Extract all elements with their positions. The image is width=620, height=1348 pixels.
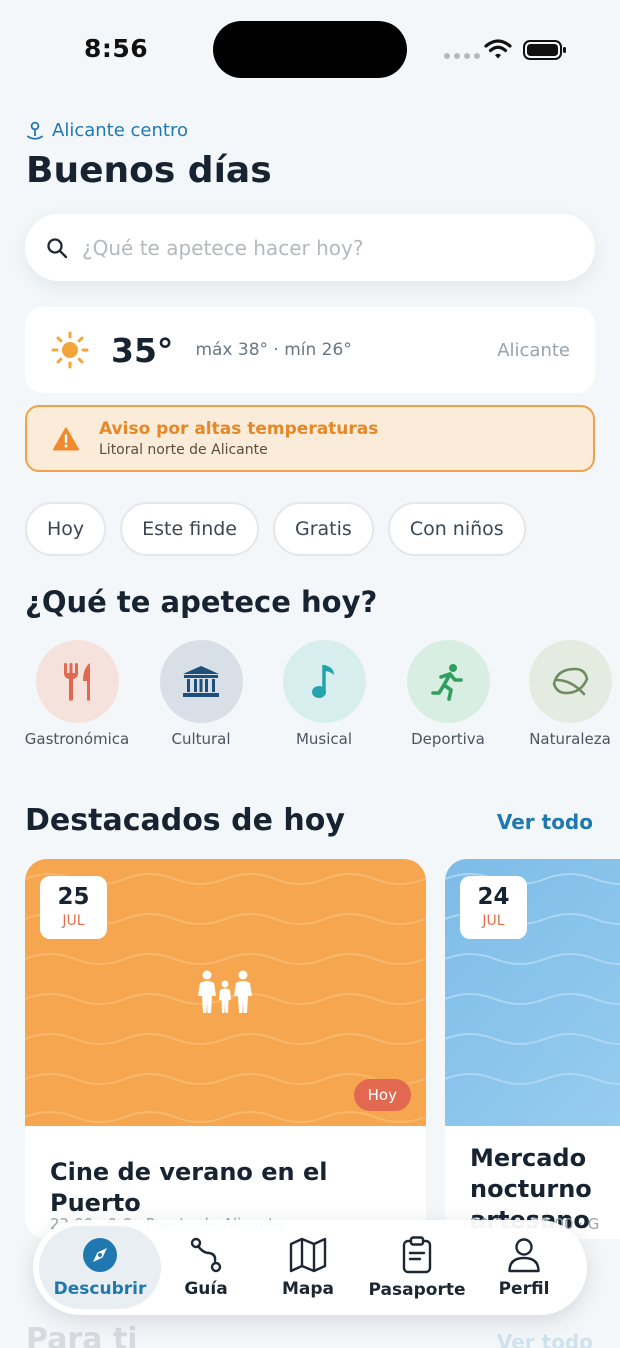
date-month: JUL	[62, 913, 85, 929]
category-circle	[528, 640, 612, 723]
family-icon	[198, 970, 252, 1013]
tab-mapa[interactable]: Mapa	[271, 1226, 345, 1309]
date-day: 24	[477, 884, 510, 910]
tab-label: Guía	[184, 1278, 228, 1299]
weather-city: Alicante	[497, 339, 570, 361]
tab-label: Pasaporte	[368, 1279, 466, 1300]
chip-este-finde[interactable]: Este finde	[120, 502, 259, 556]
fork-knife-icon	[64, 662, 90, 701]
tab-label: Descubrir	[53, 1278, 147, 1299]
category-label: Gastronómica	[24, 730, 130, 748]
tab-descubrir[interactable]: Descubrir	[39, 1226, 161, 1309]
temperature: 35°	[111, 330, 174, 370]
alert-subtitle: Litoral norte de Alicante	[99, 442, 268, 458]
status-bar: 8:56	[0, 0, 620, 100]
category-circle	[159, 640, 243, 723]
date-badge: 25 JUL	[40, 876, 107, 939]
passport-icon	[402, 1235, 432, 1273]
date-badge: 24 JUL	[460, 876, 527, 939]
wifi-icon	[484, 39, 512, 59]
chip-hoy[interactable]: Hoy	[25, 502, 107, 556]
profile-icon	[508, 1237, 540, 1272]
location-label: Alicante centro	[52, 120, 188, 141]
tab-label: Mapa	[281, 1278, 335, 1299]
warning-icon	[53, 427, 79, 450]
card-title: Cine de verano en el Puerto	[50, 1158, 328, 1217]
music-note-icon	[312, 664, 334, 698]
event-card[interactable]: 24 JUL Mercado nocturno artesano en 20:0…	[445, 859, 620, 1239]
tab-pasaporte[interactable]: Pasaporte	[369, 1226, 465, 1309]
search-icon	[47, 237, 68, 258]
search-bar[interactable]: ¿Qué te apetece hacer hoy?	[25, 214, 595, 281]
category-circle	[406, 640, 490, 723]
category-list: Gastronómica Cultural Musical Deportiva …	[0, 640, 620, 750]
category-gastronomica[interactable]: Gastronómica	[15, 640, 139, 748]
dynamic-island	[213, 21, 407, 78]
leaf-icon	[552, 667, 589, 695]
map-icon	[289, 1237, 327, 1272]
search-input[interactable]: ¿Qué te apetece hacer hoy?	[82, 236, 363, 260]
see-all-link[interactable]: Ver todo	[497, 810, 593, 834]
route-icon	[190, 1237, 222, 1272]
weather-card[interactable]: 35° máx 38° · mín 26° Alicante	[25, 307, 595, 393]
event-card[interactable]: 25 JUL Hoy Cine de verano en el Puerto 2…	[25, 859, 426, 1239]
for-you-title: Para ti	[26, 1322, 138, 1348]
location-pin-icon	[27, 121, 43, 140]
greeting-title: Buenos días	[26, 150, 272, 191]
alert-title: Aviso por altas temperaturas	[99, 419, 379, 439]
runner-icon	[431, 663, 463, 701]
battery-icon	[523, 40, 566, 60]
category-musical[interactable]: Musical	[262, 640, 386, 748]
chip-gratis[interactable]: Gratis	[273, 502, 374, 556]
featured-title: Destacados de hoy	[25, 803, 345, 838]
location-selector[interactable]: Alicante centro	[26, 120, 188, 141]
featured-carousel[interactable]: 25 JUL Hoy Cine de verano en el Puerto 2…	[0, 859, 620, 1239]
tab-bar: Descubrir Guía Mapa Pasaporte Perfil	[33, 1220, 587, 1315]
today-badge: Hoy	[353, 1079, 411, 1111]
tab-perfil[interactable]: Perfil	[489, 1226, 559, 1309]
category-naturaleza[interactable]: Naturaleza	[508, 640, 620, 748]
category-label: Deportiva	[411, 730, 485, 748]
compass-icon	[83, 1237, 117, 1272]
sun-icon	[51, 331, 89, 369]
category-circle	[282, 640, 366, 723]
for-you-see-all[interactable]: Ver todo	[497, 1330, 593, 1348]
date-month: JUL	[482, 913, 505, 929]
categories-title: ¿Qué te apetece hoy?	[25, 585, 378, 619]
date-day: 25	[57, 884, 90, 910]
status-time: 8:56	[84, 34, 149, 63]
filter-chips: Hoy Este finde Gratis Con niños	[25, 502, 526, 556]
category-label: Cultural	[171, 730, 231, 748]
temperature-range: máx 38° · mín 26°	[195, 340, 352, 360]
signal-dots-icon	[444, 53, 480, 59]
card-image: 25 JUL Hoy	[25, 859, 426, 1126]
card-image: 24 JUL	[445, 859, 620, 1126]
category-label: Naturaleza	[529, 730, 611, 748]
tab-guia[interactable]: Guía	[171, 1226, 241, 1309]
tab-label: Perfil	[498, 1278, 550, 1299]
category-deportiva[interactable]: Deportiva	[386, 640, 510, 748]
category-cultural[interactable]: Cultural	[139, 640, 263, 748]
heat-alert-banner[interactable]: Aviso por altas temperaturas Litoral nor…	[25, 405, 595, 472]
museum-icon	[183, 665, 219, 697]
category-label: Musical	[295, 730, 353, 748]
chip-con-ninos[interactable]: Con niños	[387, 502, 526, 556]
category-circle	[35, 640, 119, 723]
